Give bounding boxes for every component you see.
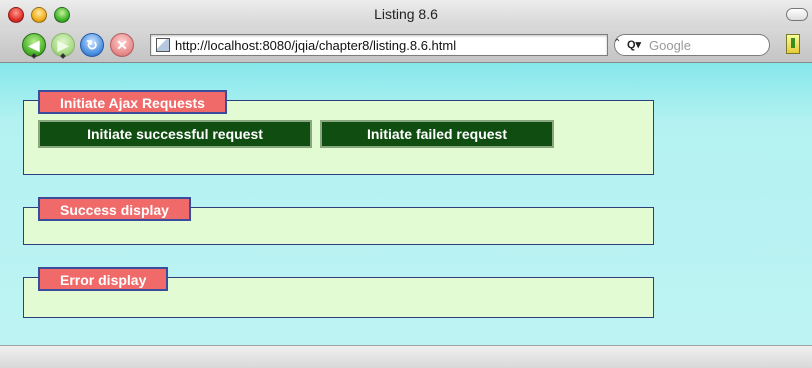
back-arrow-icon: ◀ (28, 36, 40, 53)
initiate-failed-request-button[interactable]: Initiate failed request (320, 120, 554, 148)
forward-button[interactable]: ▶ (51, 33, 75, 59)
window-title: Listing 8.6 (374, 6, 438, 22)
browser-toolbar: ◀ ▶ ↻ ✕ http://localhost:8080/jqia/chapt… (0, 28, 812, 63)
search-icon[interactable]: Q▾ (627, 38, 641, 51)
stop-button[interactable]: ✕ (110, 33, 134, 57)
close-icon: ✕ (116, 36, 128, 53)
dropdown-indicator-icon (60, 53, 66, 59)
bookmark-icon[interactable] (786, 34, 800, 54)
snapback-icon[interactable]: ⌃ (613, 38, 621, 49)
initiate-requests-legend: Initiate Ajax Requests (38, 90, 227, 114)
status-bar (0, 345, 812, 368)
search-input[interactable]: ⌃ Q▾ Google (613, 34, 770, 56)
success-display-fieldset: Success display (23, 197, 654, 245)
url-text[interactable]: http://localhost:8080/jqia/chapter8/list… (175, 38, 456, 53)
dropdown-indicator-icon (31, 53, 37, 59)
search-placeholder: Google (649, 38, 691, 53)
address-bar[interactable]: http://localhost:8080/jqia/chapter8/list… (150, 34, 608, 56)
forward-arrow-icon: ▶ (57, 36, 69, 53)
error-display-legend: Error display (38, 267, 169, 291)
page-icon (156, 38, 170, 52)
initiate-successful-request-button[interactable]: Initiate successful request (38, 120, 312, 148)
title-bar: Listing 8.6 (0, 0, 812, 28)
back-button[interactable]: ◀ (22, 33, 46, 59)
error-display-fieldset: Error display (23, 267, 654, 318)
reload-button[interactable]: ↻ (80, 33, 104, 57)
reload-icon: ↻ (86, 36, 98, 53)
page-content: Initiate Ajax Requests Initiate successf… (0, 63, 812, 345)
success-display-legend: Success display (38, 197, 191, 221)
initiate-requests-fieldset: Initiate Ajax Requests Initiate successf… (23, 90, 654, 175)
toolbar-toggle-button[interactable] (786, 8, 808, 21)
